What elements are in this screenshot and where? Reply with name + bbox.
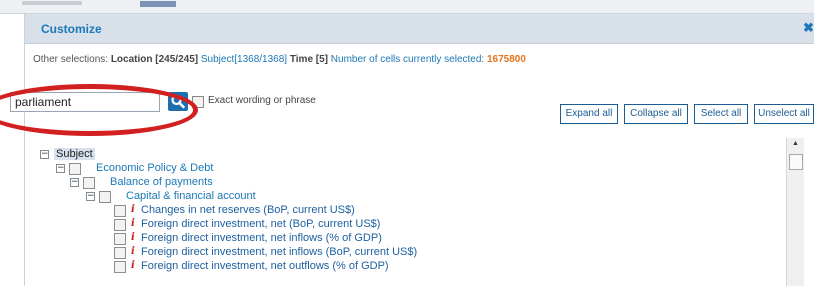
scrollbar-thumb[interactable] (789, 154, 803, 170)
collapse-icon[interactable]: − (86, 192, 95, 201)
tree-checkbox[interactable] (114, 205, 126, 217)
unselect-all-button[interactable]: Unselect all (754, 104, 814, 124)
background-button-fragment (140, 1, 176, 7)
close-icon[interactable]: ✖ (803, 20, 814, 36)
selection-summary-label: Other selections: (33, 54, 109, 65)
tree-checkbox[interactable] (69, 163, 81, 175)
tree-leaf-label[interactable]: Foreign direct investment, net outflows … (141, 260, 389, 272)
tree-node-label[interactable]: Balance of payments (110, 176, 213, 188)
info-icon[interactable]: i (131, 218, 135, 229)
background-window-strip (0, 0, 814, 14)
select-all-button[interactable]: Select all (694, 104, 748, 124)
tree-scrollbar[interactable]: ▲ (786, 138, 804, 286)
tree-node-label[interactable]: Capital & financial account (126, 190, 256, 202)
cells-count-label: Number of cells currently selected: (330, 54, 485, 65)
time-selection[interactable]: Time [5] (290, 54, 328, 65)
tree-leaf-label[interactable]: Changes in net reserves (BoP, current US… (141, 204, 355, 216)
tree-leaf-label[interactable]: Foreign direct investment, net (BoP, cur… (141, 218, 380, 230)
background-text-fragment (22, 1, 82, 5)
collapse-all-button[interactable]: Collapse all (624, 104, 688, 124)
dialog-title-bar: Customize ✖ (25, 14, 814, 44)
tree-checkbox[interactable] (83, 177, 95, 189)
tree-node-label[interactable]: Economic Policy & Debt (96, 162, 213, 174)
subject-tree: − Subject − Economic Policy & Debt − Bal… (10, 132, 766, 274)
info-icon[interactable]: i (131, 204, 135, 215)
collapse-icon[interactable]: − (56, 164, 65, 173)
info-icon[interactable]: i (131, 260, 135, 271)
tree-leaf-label[interactable]: Foreign direct investment, net inflows (… (141, 232, 382, 244)
tree-checkbox[interactable] (114, 219, 126, 231)
search-button[interactable] (168, 92, 188, 111)
dialog-title: Customize (41, 22, 102, 36)
info-icon[interactable]: i (131, 232, 135, 243)
tree-checkbox[interactable] (99, 191, 111, 203)
tree-checkbox[interactable] (114, 247, 126, 259)
search-input[interactable] (10, 92, 160, 112)
selection-summary: Other selections: Location [245/245] Sub… (33, 54, 526, 65)
exact-wording-checkbox[interactable] (192, 96, 204, 108)
expand-all-button[interactable]: Expand all (560, 104, 618, 124)
collapse-icon[interactable]: − (40, 150, 49, 159)
scroll-up-arrow-icon[interactable]: ▲ (787, 140, 804, 152)
location-selection[interactable]: Location [245/245] (111, 54, 198, 65)
tree-root-label[interactable]: Subject (54, 148, 95, 160)
search-icon (171, 94, 185, 109)
cells-count-value: 1675800 (486, 54, 526, 65)
exact-wording-label: Exact wording or phrase (208, 95, 316, 106)
tree-checkbox[interactable] (114, 261, 126, 273)
collapse-icon[interactable]: − (70, 178, 79, 187)
tree-checkbox[interactable] (114, 233, 126, 245)
info-icon[interactable]: i (131, 246, 135, 257)
subject-selection[interactable]: Subject[1368/1368] (201, 54, 287, 65)
tree-leaf-label[interactable]: Foreign direct investment, net inflows (… (141, 246, 417, 258)
